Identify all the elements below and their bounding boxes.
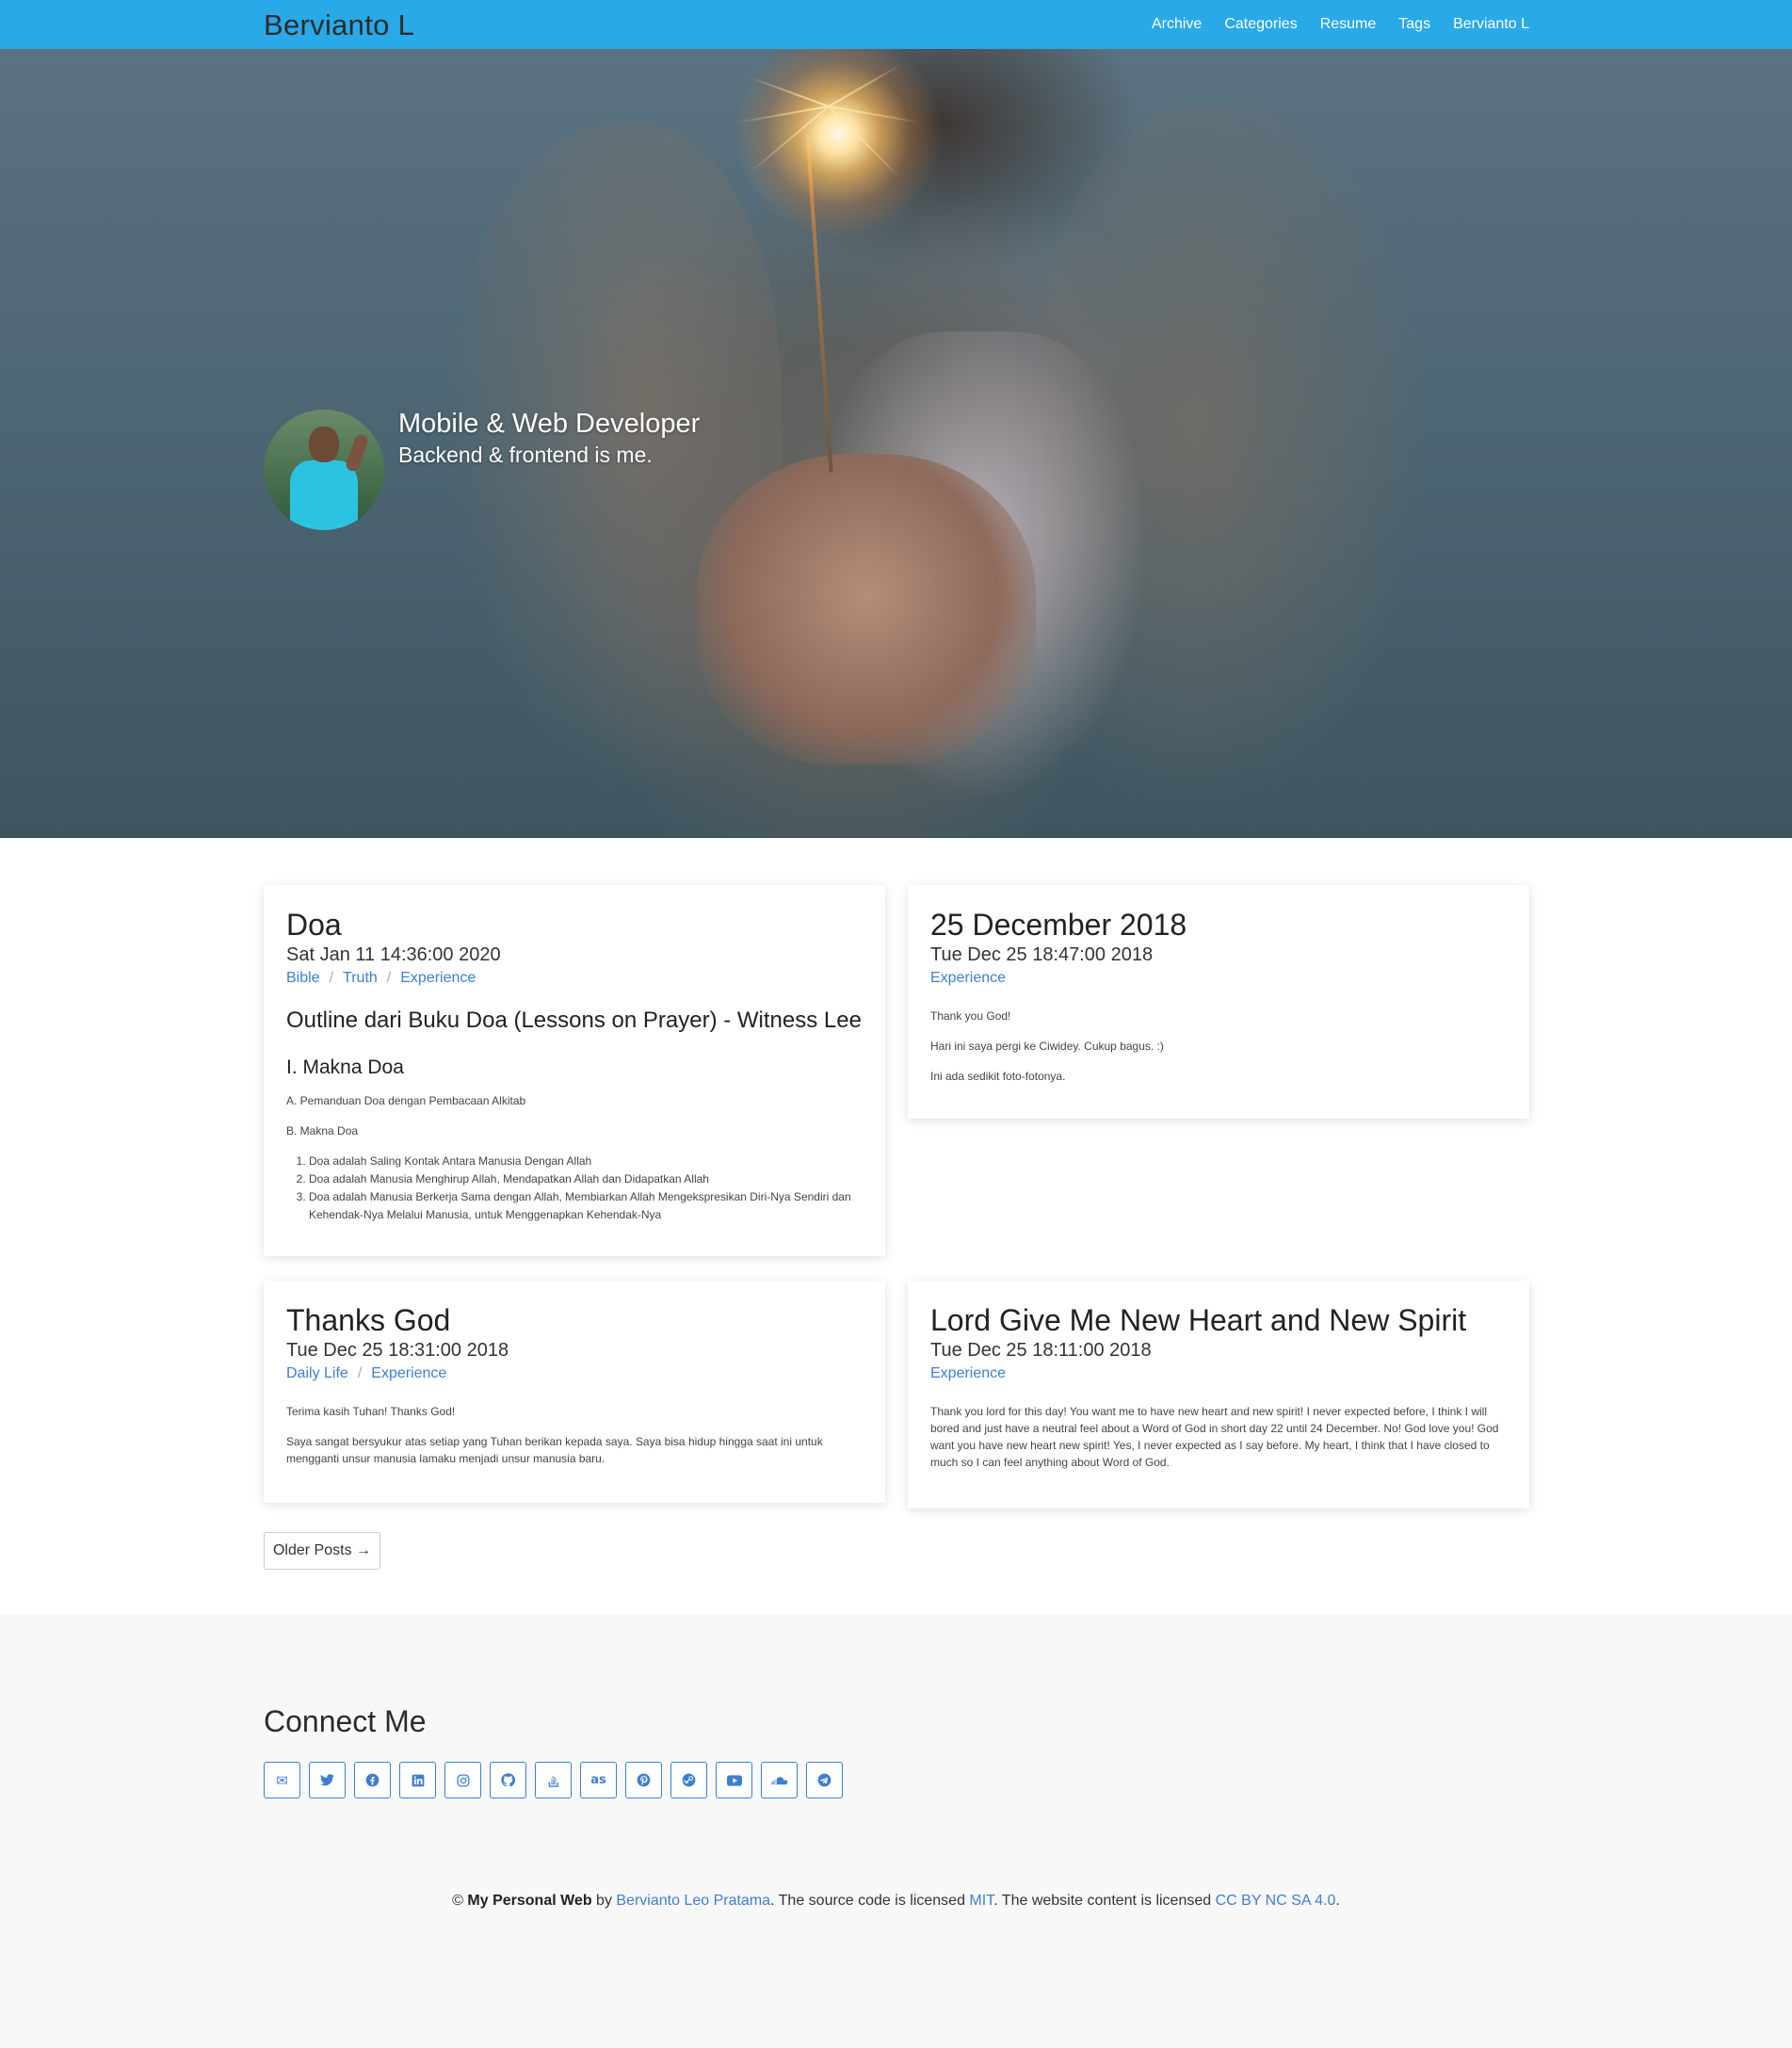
post-card-25-december: 25 December 2018 Tue Dec 25 18:47:00 201… (908, 885, 1529, 1119)
post-card-thanks-god: Thanks God Tue Dec 25 18:31:00 2018 Dail… (264, 1281, 885, 1503)
copyright-by: by (591, 1893, 617, 1909)
nav-archive[interactable]: Archive (1152, 16, 1202, 33)
avatar-body (290, 460, 358, 530)
footer: Connect Me ✉ as © My Personal Web by Ber… (0, 1615, 1792, 2048)
stackoverflow-icon[interactable] (535, 1762, 572, 1798)
post-date: Tue Dec 25 18:11:00 2018 (930, 1339, 1152, 1361)
post-subheading: I. Makna Doa (286, 1056, 404, 1078)
telegram-icon[interactable] (806, 1762, 843, 1798)
linkedin-icon[interactable] (399, 1762, 436, 1798)
facebook-icon[interactable] (354, 1762, 391, 1798)
copyright-text: . The website content is licensed (993, 1893, 1216, 1909)
navbar: Bervianto L Archive Categories Resume Ta… (0, 0, 1792, 49)
instagram-icon[interactable] (444, 1762, 481, 1798)
post-paragraph: Thank you lord for this day! You want me… (930, 1404, 1499, 1469)
older-posts-button[interactable]: Older Posts → (264, 1532, 380, 1570)
github-icon[interactable] (490, 1762, 526, 1798)
copyright-end: . (1335, 1893, 1340, 1909)
post-title-link[interactable]: Lord Give Me New Heart and New Spirit (930, 1303, 1466, 1337)
tag-truth[interactable]: Truth (343, 970, 378, 986)
youtube-icon[interactable] (716, 1762, 752, 1798)
hero-image-hands (697, 454, 1036, 765)
hero-subtitle: Backend & frontend is me. (398, 443, 653, 467)
email-icon[interactable]: ✉ (264, 1762, 300, 1798)
nav-profile[interactable]: Bervianto L (1453, 16, 1529, 33)
post-paragraph: Hari ini saya pergi ke Ciwidey. Cukup ba… (930, 1039, 1164, 1053)
brand-link[interactable]: Bervianto L (264, 8, 414, 42)
post-tags: Bible / Truth / Experience (286, 970, 863, 987)
post-tags: Daily Life / Experience (286, 1365, 863, 1382)
post-paragraph: Terima kasih Tuhan! Thanks God! (286, 1404, 456, 1418)
copyright-text: . The source code is licensed (770, 1893, 970, 1909)
post-date: Sat Jan 11 14:36:00 2020 (286, 943, 501, 965)
avatar-head (309, 427, 339, 462)
list-item: Doa adalah Manusia Menghirup Allah, Mend… (309, 1170, 863, 1188)
list-item: Doa adalah Manusia Berkerja Sama dengan … (309, 1188, 863, 1224)
copyright: © My Personal Web by Bervianto Leo Prata… (0, 1893, 1792, 1910)
copyright-prefix: © (452, 1893, 468, 1909)
cc-license-link[interactable]: CC BY NC SA 4.0 (1216, 1893, 1336, 1909)
post-date: Tue Dec 25 18:31:00 2018 (286, 1339, 509, 1361)
profile-avatar (264, 410, 384, 530)
nav-resume[interactable]: Resume (1320, 16, 1377, 33)
tag-separator: / (357, 1364, 363, 1381)
post-title-link[interactable]: Thanks God (286, 1303, 450, 1337)
site-name: My Personal Web (467, 1893, 592, 1909)
post-tags: Experience (930, 1365, 1507, 1382)
tag-separator: / (329, 969, 334, 986)
tag-experience[interactable]: Experience (400, 970, 476, 986)
social-links: ✉ as (264, 1762, 843, 1798)
post-heading: Outline dari Buku Doa (Lessons on Prayer… (286, 1007, 862, 1033)
post-paragraph: B. Makna Doa (286, 1123, 359, 1137)
author-link[interactable]: Bervianto Leo Pratama (616, 1893, 770, 1909)
pinterest-icon[interactable] (625, 1762, 662, 1798)
nav-links: Archive Categories Resume Tags Bervianto… (1129, 0, 1529, 49)
post-paragraph: Saya sangat bersyukur atas setiap yang T… (286, 1434, 823, 1465)
post-title-link[interactable]: Doa (286, 908, 342, 942)
steam-icon[interactable] (670, 1762, 707, 1798)
list-item: Doa adalah Saling Kontak Antara Manusia … (309, 1153, 863, 1170)
tag-daily-life[interactable]: Daily Life (286, 1365, 348, 1381)
twitter-icon[interactable] (309, 1762, 346, 1798)
hero-image-sparkler (725, 49, 951, 247)
post-date: Tue Dec 25 18:47:00 2018 (930, 943, 1154, 965)
tag-experience[interactable]: Experience (371, 1365, 446, 1381)
nav-categories[interactable]: Categories (1224, 16, 1297, 33)
connect-title: Connect Me (264, 1704, 427, 1738)
tag-bible[interactable]: Bible (286, 970, 320, 986)
soundcloud-icon[interactable] (761, 1762, 798, 1798)
hero-banner: Mobile & Web Developer Backend & fronten… (0, 49, 1792, 838)
tag-separator: / (386, 969, 392, 986)
tag-experience[interactable]: Experience (930, 970, 1006, 986)
nav-tags[interactable]: Tags (1398, 16, 1430, 33)
hero-title: Mobile & Web Developer (398, 409, 701, 439)
post-paragraph: A. Pemanduan Doa dengan Pembacaan Alkita… (286, 1093, 526, 1107)
post-card-doa: Doa Sat Jan 11 14:36:00 2020 Bible / Truth… (264, 885, 885, 1256)
post-title-link[interactable]: 25 December 2018 (930, 908, 1187, 942)
post-paragraph: Ini ada sedikit foto-fotonya. (930, 1069, 1066, 1083)
avatar-arm (344, 432, 370, 474)
post-tags: Experience (930, 970, 1507, 987)
post-list: Doa adalah Saling Kontak Antara Manusia … (286, 1153, 863, 1225)
lastfm-icon[interactable]: as (580, 1762, 617, 1798)
post-card-new-heart: Lord Give Me New Heart and New Spirit Tu… (908, 1281, 1529, 1508)
post-paragraph: Thank you God! (930, 1008, 1011, 1023)
tag-experience[interactable]: Experience (930, 1365, 1006, 1381)
mit-license-link[interactable]: MIT (969, 1893, 993, 1909)
